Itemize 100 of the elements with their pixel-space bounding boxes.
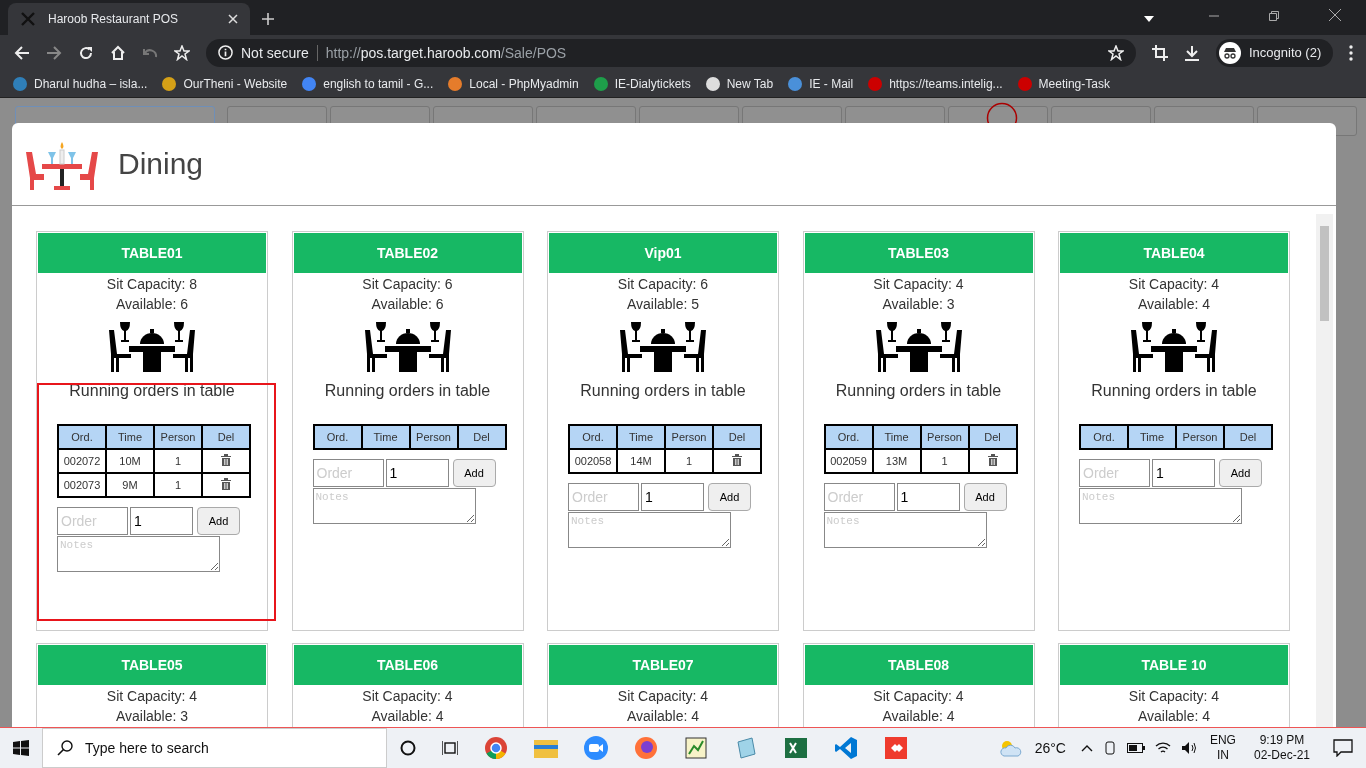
url-text: http://pos.target.haroob.com/Sale/POS [325,44,567,61]
temperature: 26°C [1034,740,1066,756]
reload-icon[interactable] [78,44,94,61]
seat-capacity: Sit Capacity: 4 [872,687,965,706]
chrome-icon[interactable] [484,736,508,760]
column-header: Del [968,425,1017,449]
dialog-title: Dining [118,147,204,181]
star-icon[interactable] [174,44,190,61]
available-seats: Available: 6 [292,294,523,314]
table-cell: 1 [920,449,969,473]
person-field[interactable]: 1 [385,459,449,487]
wifi-icon[interactable] [1154,741,1171,755]
add-button[interactable]: Add [197,507,240,535]
star-icon[interactable] [1108,44,1124,61]
trash-icon[interactable] [221,454,231,466]
excel-icon[interactable] [784,736,808,760]
bookmark[interactable]: New Tab [704,75,774,92]
trash-icon[interactable] [221,478,231,490]
column-header: Time [106,425,154,449]
add-button[interactable]: Add [1219,459,1262,487]
firefox-icon[interactable] [634,736,658,760]
restore-icon[interactable] [1269,11,1279,21]
bookmark-favicon-icon [161,75,178,92]
table-cell: 10M [106,449,154,473]
task-view-icon[interactable] [442,740,458,756]
column-header: Person [409,425,458,449]
table-cell: 002059 [824,449,873,473]
notepad-icon[interactable] [734,736,758,760]
column-header: Del [713,425,761,449]
bookmark[interactable]: IE - Mail [787,75,854,92]
table-cell: 14M [617,449,665,473]
scrollbar[interactable] [1316,214,1333,727]
bookmark[interactable]: https://teams.intelig... [867,75,1003,92]
bookmark-favicon-icon [592,75,609,92]
orders-heading: Running orders in table [68,382,236,400]
table-cell: 002072 [58,449,106,473]
security-label: Not secure [241,44,309,61]
folder-icon[interactable] [534,738,558,758]
remote-app-icon[interactable] [884,736,908,760]
cortana-icon[interactable] [400,740,416,756]
incognito-icon [1219,41,1241,64]
person-field[interactable]: 1 [641,483,704,511]
table-cell: 1 [154,473,202,497]
crop-icon[interactable] [1152,44,1168,61]
windows-start-icon[interactable] [13,740,29,756]
address-bar[interactable]: Not secure http://pos.target.haroob.com/Sale/POS [206,38,1136,67]
menu-icon[interactable] [1349,44,1354,61]
chart-app-icon[interactable] [684,736,708,760]
taskbar-search-field[interactable]: Type here to search [42,728,387,768]
column-header: Time [617,425,665,449]
add-button[interactable]: Add [708,483,751,511]
trash-icon[interactable] [732,454,742,466]
download-icon[interactable] [1184,44,1200,61]
browser-tab[interactable]: Haroob Restaurant POS [8,3,250,35]
table-cell: 1 [665,449,713,473]
forward-icon[interactable] [46,44,62,61]
back-icon[interactable] [14,44,30,61]
orders-heading: Running orders in table [579,382,747,400]
close-icon[interactable] [1329,9,1341,21]
person-field[interactable]: 1 [130,507,193,535]
speaker-icon[interactable] [1180,741,1197,755]
table-cell: 002073 [58,473,106,497]
bookmark[interactable]: english to tamil - G... [301,75,434,92]
dropdown-icon[interactable] [1144,16,1154,22]
notification-icon[interactable] [1333,739,1353,757]
available-seats: Available: 4 [1059,294,1289,314]
seat-capacity: Sit Capacity: 4 [616,687,710,706]
language-indicator[interactable]: ENG IN [1209,733,1236,763]
bookmark-favicon-icon [447,75,464,92]
trash-icon[interactable] [987,454,998,466]
code-editor-icon[interactable] [834,736,858,760]
table-cell: 1 [154,449,202,473]
clock[interactable]: 9:19 PM 02-Dec-21 [1253,733,1310,763]
battery-icon[interactable] [1126,743,1145,753]
bookmark[interactable]: IE-Dialytickets [592,75,691,92]
bookmark-favicon-icon [12,75,28,92]
column-header: Del [202,425,250,449]
orders-heading: Running orders in table [834,382,1003,400]
bookmark[interactable]: OurTheni - Website [161,75,288,92]
person-field[interactable]: 1 [896,483,960,511]
bookmark-favicon-icon [301,75,318,92]
seat-capacity: Sit Capacity: 4 [361,687,454,706]
chevron-up-icon[interactable] [1080,744,1093,752]
bookmark[interactable]: Meeting-Task [1016,75,1110,92]
add-button[interactable]: Add [963,483,1007,511]
available-seats: Available: 4 [292,706,523,726]
new-tab-icon[interactable] [262,13,274,25]
bookmark[interactable]: Dharul hudha – isla... [12,75,148,92]
column-header: Ord. [569,425,617,449]
add-button[interactable]: Add [452,459,496,487]
weather-icon [997,738,1022,758]
home-icon[interactable] [110,44,126,61]
column-header: Person [665,425,713,449]
profile-button[interactable]: Incognito (2) [1216,38,1334,67]
device-icon[interactable] [1102,741,1117,755]
column-header: Ord. [824,425,873,449]
video-camera-icon[interactable] [584,736,608,760]
bookmark[interactable]: Local - PhpMyadmin [447,75,579,92]
available-seats: Available: 6 [37,294,267,314]
person-field[interactable]: 1 [1152,459,1215,487]
